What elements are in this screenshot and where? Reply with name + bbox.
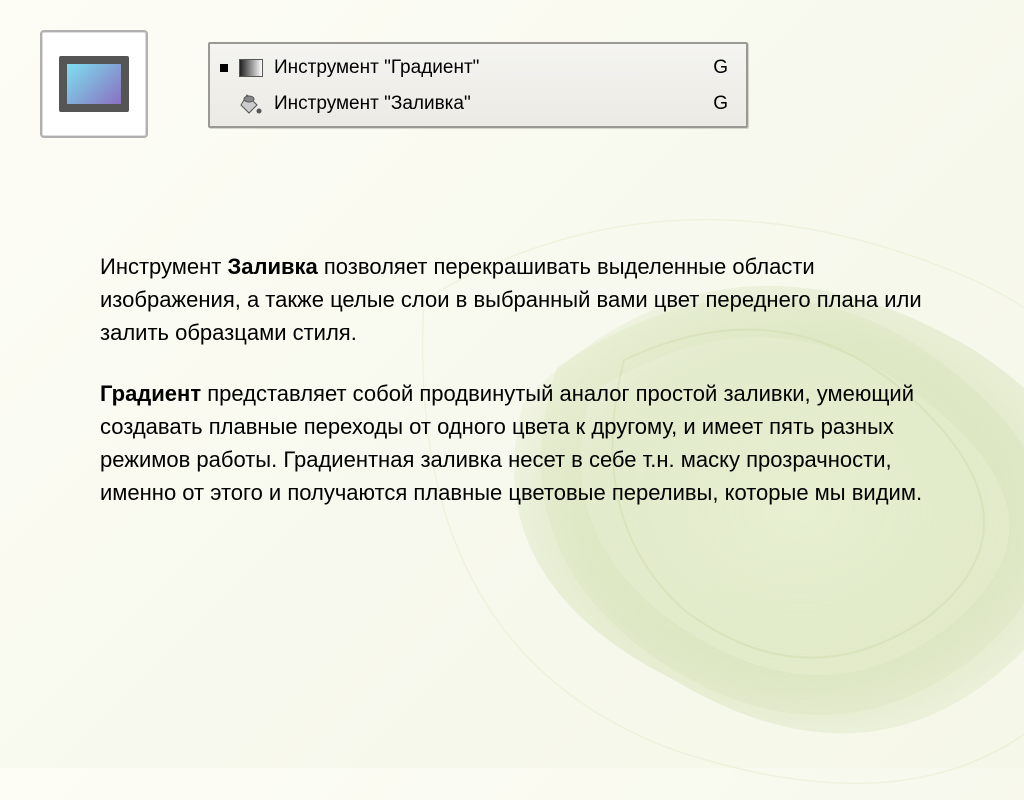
tool-label: Инструмент "Заливка" — [274, 93, 703, 115]
selected-indicator — [220, 64, 228, 72]
text-bold: Градиент — [100, 381, 201, 406]
tool-shortcut: G — [713, 93, 728, 115]
paint-bucket-icon — [238, 93, 264, 115]
paragraph-fill: Инструмент Заливка позволяет перекрашива… — [100, 250, 930, 349]
text-bold: Заливка — [227, 254, 317, 279]
gradient-icon — [238, 57, 264, 79]
tool-label: Инструмент "Градиент" — [274, 57, 703, 79]
text-run: Инструмент — [100, 254, 227, 279]
text-run: представляет собой продвинутый аналог пр… — [100, 381, 922, 505]
slide-text: Инструмент Заливка позволяет перекрашива… — [100, 250, 930, 537]
tool-option-gradient[interactable]: Инструмент "Градиент" G — [220, 50, 736, 86]
gradient-tool-large-icon — [40, 30, 148, 138]
tool-option-fill[interactable]: Инструмент "Заливка" G — [220, 86, 736, 122]
selected-indicator — [220, 100, 228, 108]
paragraph-gradient: Градиент представляет собой продвинутый … — [100, 377, 930, 509]
tool-shortcut: G — [713, 57, 728, 79]
tool-flyout-panel: Инструмент "Градиент" G Инструмент "Зали… — [208, 42, 748, 128]
